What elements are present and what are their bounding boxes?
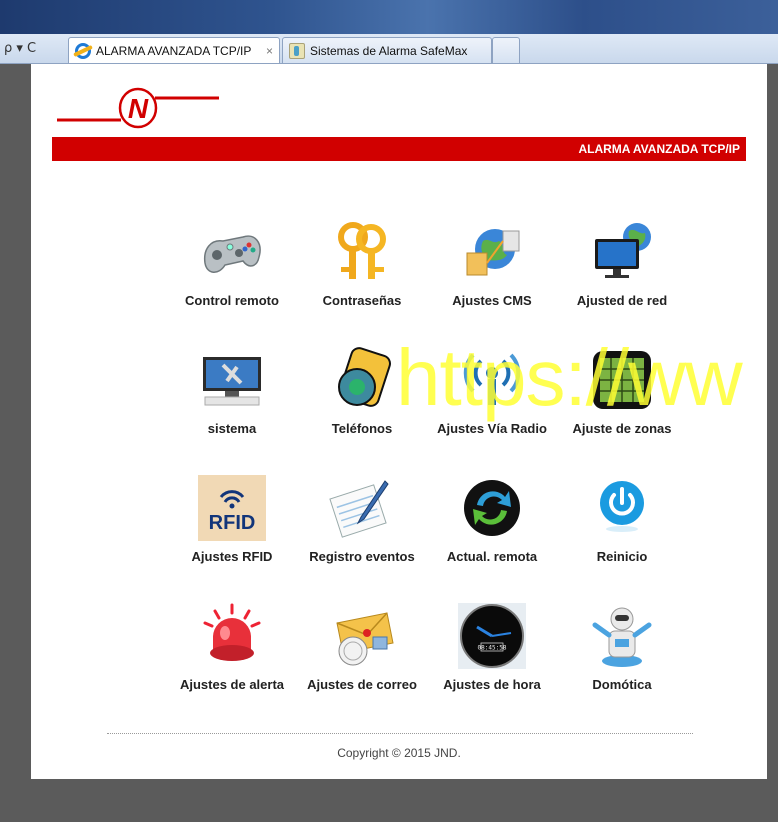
menu-item-label: Ajustes de alerta [179, 677, 285, 692]
menu-item-label: Registro eventos [309, 549, 415, 564]
menu-item-telefonos[interactable]: Teléfonos [297, 347, 427, 436]
tab-alarma[interactable]: ALARMA AVANZADA TCP/IP × [68, 37, 280, 63]
keys-icon [327, 219, 397, 285]
menu-item-label: Ajustes de correo [307, 677, 417, 692]
menu-item-ajustes-de-hora[interactable]: 08:45:58 Ajustes de hora [427, 603, 557, 692]
menu-item-ajuste-de-zonas[interactable]: Ajuste de zonas [557, 347, 687, 436]
menu-item-label: Domótica [592, 677, 652, 692]
clock-icon: 08:45:58 [457, 603, 527, 669]
new-tab-button[interactable] [492, 37, 520, 63]
menu-item-registro-eventos[interactable]: Registro eventos [297, 475, 427, 564]
header-banner: ALARMA AVANZADA TCP/IP [52, 137, 746, 161]
menu-item-sistema[interactable]: sistema [167, 347, 297, 436]
footer-divider [107, 733, 693, 734]
menu-item-label: Control remoto [185, 293, 279, 308]
zone-keypad-icon [587, 347, 657, 413]
close-icon[interactable]: × [266, 44, 273, 58]
menu-item-ajustes-cms[interactable]: Ajustes CMS [427, 219, 557, 308]
menu-item-label: Teléfonos [331, 421, 393, 436]
page-title: ALARMA AVANZADA TCP/IP [578, 142, 740, 156]
menu-item-ajustes-rfid[interactable]: RFID Ajustes RFID [167, 475, 297, 564]
gamepad-icon [197, 219, 267, 285]
browser-tabstrip: ρ ▾ C ALARMA AVANZADA TCP/IP × Sistemas … [0, 34, 778, 64]
menu-item-label: Ajustes de hora [443, 677, 541, 692]
menu-item-label: Reinicio [596, 549, 648, 564]
menu-item-reinicio[interactable]: Reinicio [557, 475, 687, 564]
tab-safemax[interactable]: Sistemas de Alarma SafeMax [282, 37, 492, 63]
menu-item-contrasenas[interactable]: Contraseñas [297, 219, 427, 308]
site-favicon-icon [289, 42, 305, 59]
menu-item-label: Contraseñas [322, 293, 402, 308]
page-content: N ALARMA AVANZADA TCP/IP Control remoto [31, 64, 767, 779]
tab-title: Sistemas de Alarma SafeMax [310, 43, 468, 58]
menu-item-ajusted-de-red[interactable]: Ajusted de red [557, 219, 687, 308]
menu-item-label: Ajustes RFID [191, 549, 273, 564]
menu-item-ajustes-de-correo[interactable]: Ajustes de correo [297, 603, 427, 692]
rfid-icon-text: RFID [209, 512, 256, 534]
logo-letter: N [128, 93, 149, 124]
menu-item-actual-remota[interactable]: Actual. remota [427, 475, 557, 564]
tab-title: ALARMA AVANZADA TCP/IP [96, 43, 252, 58]
rfid-icon: RFID [197, 475, 267, 541]
menu-item-label: Ajusted de red [576, 293, 668, 308]
alarm-light-icon [197, 603, 267, 669]
menu-item-ajustes-de-alerta[interactable]: Ajustes de alerta [167, 603, 297, 692]
copyright-text: Copyright © 2015 JND. [337, 746, 461, 760]
robot-icon [587, 603, 657, 669]
address-controls[interactable]: ρ ▾ C [4, 41, 36, 56]
menu-item-label: Ajustes Vía Radio [437, 421, 547, 436]
computer-tools-icon [197, 347, 267, 413]
window-titlebar [0, 0, 778, 34]
menu-item-label: Ajustes CMS [452, 293, 532, 308]
network-globe-icon [457, 219, 527, 285]
ie-icon [75, 42, 91, 59]
notepad-pen-icon [327, 475, 397, 541]
refresh-icon [457, 475, 527, 541]
menu-item-control-remoto[interactable]: Control remoto [167, 219, 297, 308]
mail-icon [327, 603, 397, 669]
phone-icon [327, 347, 397, 413]
radio-signal-icon [457, 347, 527, 413]
menu-item-label: Actual. remota [446, 549, 538, 564]
menu-item-ajustes-via-radio[interactable]: Ajustes Vía Radio [427, 347, 557, 436]
menu-item-label: Ajuste de zonas [572, 421, 672, 436]
power-icon [587, 475, 657, 541]
monitor-globe-icon [587, 219, 657, 285]
menu-item-label: sistema [207, 421, 257, 436]
menu-item-domotica[interactable]: Domótica [557, 603, 687, 692]
clock-digital-readout: 08:45:58 [478, 645, 507, 652]
brand-logo: N [57, 87, 219, 129]
